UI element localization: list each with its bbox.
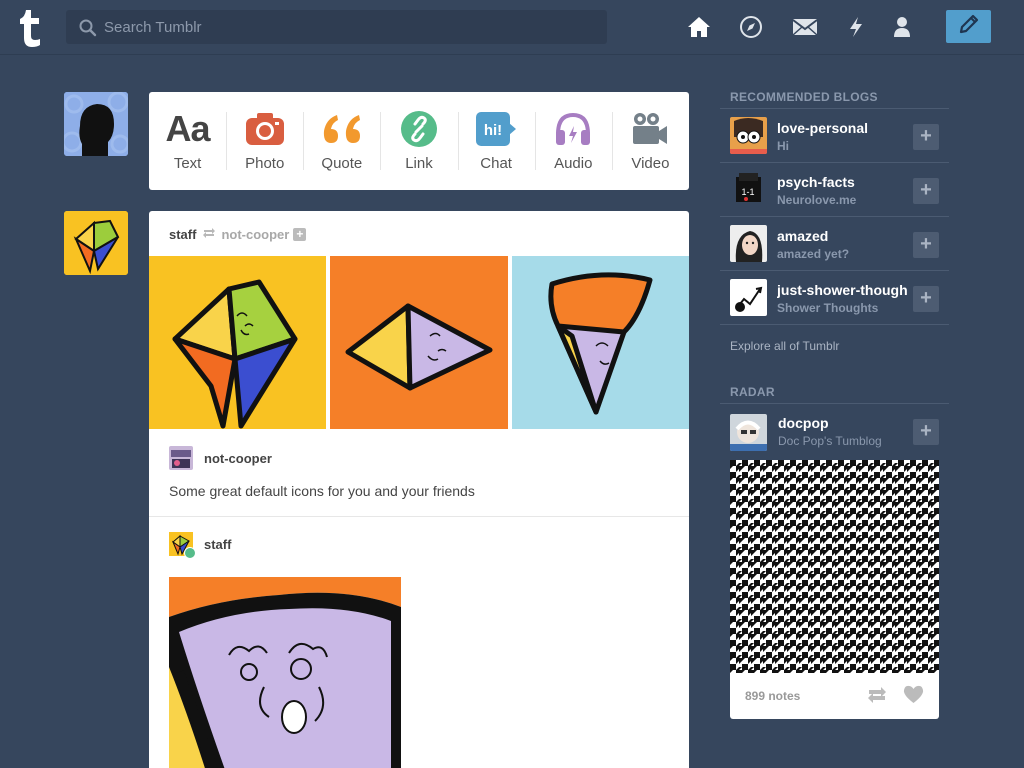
radar-blog-avatar[interactable]	[730, 414, 767, 451]
account-icon[interactable]	[889, 14, 915, 40]
blog-subtitle: Neurolove.me	[777, 193, 857, 207]
top-nav-bar	[0, 0, 1024, 55]
link-icon	[400, 110, 438, 148]
blog-avatar[interactable]	[730, 279, 767, 316]
radar-blog-subtitle: Doc Pop's Tumblog	[778, 434, 882, 448]
reblog-icon	[202, 227, 216, 242]
post-video-button[interactable]: Video	[611, 92, 689, 190]
recommended-blog-item[interactable]: 1-1 psych-facts Neurolove.me +	[720, 163, 949, 217]
search-box[interactable]	[66, 10, 607, 44]
search-icon	[79, 19, 97, 37]
post-type-bar: Aa Text Photo Quote Link hi! Chat Audio	[149, 92, 689, 190]
blog-avatar[interactable]	[730, 225, 767, 262]
compose-button[interactable]	[946, 10, 991, 43]
dashboard-post: staff not-cooper + not-cooper Some great…	[149, 211, 689, 768]
recommended-blog-item[interactable]: just-shower-thoughts Shower Thoughts +	[720, 271, 949, 325]
post-photo-large[interactable]	[169, 577, 401, 768]
explore-tumblr-link[interactable]: Explore all of Tumblr	[720, 325, 949, 367]
explore-icon[interactable]	[738, 14, 764, 40]
post-link-button[interactable]: Link	[380, 92, 457, 190]
blog-subtitle: Shower Thoughts	[777, 301, 879, 315]
post-type-label: Audio	[554, 155, 593, 172]
chat-icon: hi!	[475, 110, 517, 148]
follow-button[interactable]: +	[913, 178, 939, 204]
blog-subtitle: amazed yet?	[777, 247, 850, 261]
home-icon[interactable]	[686, 14, 712, 40]
photo-orange-kite[interactable]	[330, 256, 508, 429]
post-divider	[149, 516, 689, 517]
heart-icon[interactable]	[903, 685, 924, 709]
radar-title: RADAR	[720, 383, 949, 404]
tumblr-logo-icon[interactable]	[17, 7, 49, 47]
post-type-label: Photo	[245, 155, 285, 172]
radar-post-footer: 899 notes	[730, 673, 939, 719]
text-icon: Aa	[165, 108, 211, 149]
follow-button[interactable]: +	[913, 286, 939, 312]
headphones-icon	[554, 110, 592, 148]
reblogged-from-link[interactable]: not-cooper	[221, 227, 289, 242]
quote-icon	[321, 110, 363, 148]
radar-blog-name[interactable]: docpop	[778, 415, 829, 431]
staff-avatar[interactable]	[64, 211, 128, 275]
blog-name[interactable]: love-personal	[777, 120, 907, 136]
note-count[interactable]: 899 notes	[745, 689, 800, 703]
blog-name[interactable]: just-shower-thoughts	[777, 282, 907, 298]
follow-button[interactable]: +	[913, 232, 939, 258]
recommended-blog-item[interactable]: amazed amazed yet? +	[720, 217, 949, 271]
photo-yellow-kite[interactable]	[149, 256, 326, 429]
post-header: staff not-cooper +	[169, 227, 307, 242]
radar-post-header: docpop Doc Pop's Tumblog +	[730, 404, 939, 460]
blog-name[interactable]: amazed	[777, 228, 907, 244]
reblog-icon[interactable]	[866, 686, 888, 709]
pencil-icon	[958, 13, 980, 40]
post-audio-button[interactable]: Audio	[534, 92, 612, 190]
post-caption: Some great default icons for you and you…	[169, 483, 475, 499]
reblog-author-link[interactable]: not-cooper	[204, 451, 272, 466]
blog-avatar[interactable]: 1-1	[730, 171, 767, 208]
right-sidebar: RECOMMENDED BLOGS love-personal Hi + 1-1…	[720, 88, 949, 719]
svg-text:hi!: hi!	[484, 122, 502, 139]
not-cooper-avatar[interactable]	[169, 446, 193, 470]
video-camera-icon	[631, 110, 669, 148]
photoset[interactable]	[149, 256, 689, 429]
reblog-badge-icon	[184, 547, 196, 559]
photo-blue-kite[interactable]	[512, 256, 689, 429]
recommended-blog-item[interactable]: love-personal Hi +	[720, 109, 949, 163]
follow-plus-icon[interactable]: +	[293, 228, 307, 241]
post-text-button[interactable]: Aa Text	[149, 92, 226, 190]
activity-icon[interactable]	[843, 14, 869, 40]
radar-photo-houndstooth[interactable]	[730, 460, 939, 673]
reblog-trail-entry: not-cooper	[169, 446, 272, 470]
follow-button[interactable]: +	[913, 124, 939, 150]
post-type-label: Chat	[480, 155, 512, 172]
reblog-trail-entry: staff	[169, 532, 231, 559]
post-type-label: Link	[405, 155, 433, 172]
post-photo-button[interactable]: Photo	[226, 92, 303, 190]
blog-subtitle: Hi	[777, 139, 789, 153]
staff-small-avatar[interactable]	[169, 532, 196, 559]
post-type-label: Quote	[321, 155, 363, 172]
post-author-link[interactable]: staff	[169, 227, 196, 242]
user-avatar[interactable]	[64, 92, 128, 156]
recommended-blogs-title: RECOMMENDED BLOGS	[720, 88, 949, 109]
radar-post: docpop Doc Pop's Tumblog + 899 notes	[730, 404, 939, 719]
search-input[interactable]	[104, 10, 594, 44]
inbox-icon[interactable]	[792, 14, 818, 40]
blog-avatar[interactable]	[730, 117, 767, 154]
staff-author-link[interactable]: staff	[204, 537, 231, 552]
blog-name[interactable]: psych-facts	[777, 174, 907, 190]
post-type-label: Text	[173, 155, 202, 172]
svg-text:1-1: 1-1	[741, 187, 754, 197]
camera-icon	[245, 110, 285, 148]
follow-button[interactable]: +	[913, 419, 939, 445]
post-quote-button[interactable]: Quote	[303, 92, 380, 190]
post-type-label: Video	[631, 155, 670, 172]
post-chat-button[interactable]: hi! Chat	[457, 92, 535, 190]
